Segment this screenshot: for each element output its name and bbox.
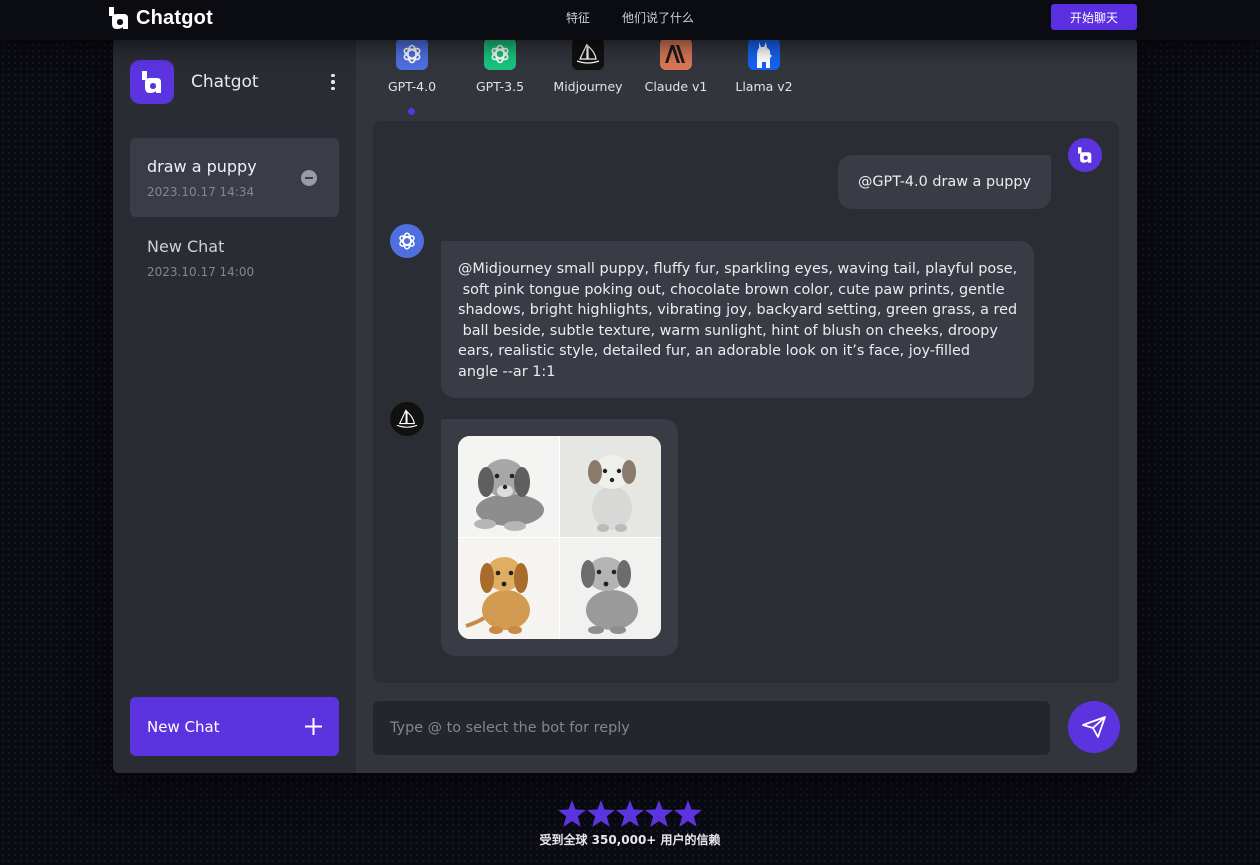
anthropic-icon xyxy=(660,38,692,70)
star-icon xyxy=(674,800,702,827)
user-message-text: @GPT-4.0 draw a puppy xyxy=(858,173,1031,190)
bot-label: GPT-3.5 xyxy=(475,79,525,94)
star-icon xyxy=(645,800,673,827)
bot-tab-gpt4[interactable]: GPT-4.0 xyxy=(372,38,452,115)
nav-link-features[interactable]: 特征 xyxy=(566,9,590,26)
conversation-panel: @GPT-4.0 draw a puppy @Midjourney small … xyxy=(373,121,1119,683)
response-line: angle --ar 1:1 xyxy=(458,363,556,380)
puppy-sketch-gray-lying[interactable] xyxy=(458,436,559,537)
chat-list-item[interactable]: New Chat 2023.10.17 14:00 xyxy=(130,218,339,297)
plus-icon xyxy=(305,718,322,735)
openai-icon xyxy=(484,38,516,70)
openai-icon xyxy=(396,38,428,70)
brand-name: Chatgot xyxy=(136,6,213,29)
send-button[interactable] xyxy=(1068,701,1120,753)
bot-tab-llama[interactable]: Llama v2 xyxy=(724,38,804,94)
user-message: @GPT-4.0 draw a puppy xyxy=(838,155,1051,209)
puppy-golden-sitting[interactable] xyxy=(458,538,559,639)
bot-label: GPT-4.0 xyxy=(387,79,437,94)
new-chat-button[interactable]: New Chat xyxy=(130,697,339,756)
more-options-icon[interactable] xyxy=(326,70,340,94)
response-line: ball beside, subtle texture, warm sunlig… xyxy=(458,322,998,339)
chat-main: GPT-4.0 GPT-3.5 Midjourney Claude v1 Lla… xyxy=(356,38,1137,773)
puppy-sketch-sitting[interactable] xyxy=(560,436,661,537)
chat-date: 2023.10.17 14:00 xyxy=(147,265,255,279)
nav-links: 特征 他们说了什么 xyxy=(566,9,694,26)
new-chat-label: New Chat xyxy=(147,717,220,736)
remove-chat-icon[interactable] xyxy=(301,170,317,186)
nav-link-testimonials[interactable]: 他们说了什么 xyxy=(622,9,694,26)
chat-list-item-active[interactable]: draw a puppy 2023.10.17 14:34 xyxy=(130,138,339,217)
message-input[interactable] xyxy=(373,701,1050,755)
generated-image-grid[interactable] xyxy=(458,436,661,639)
midjourney-response xyxy=(441,419,678,656)
brand[interactable]: Chatgot xyxy=(109,6,213,30)
midjourney-avatar xyxy=(390,402,424,436)
bot-label: Llama v2 xyxy=(735,79,793,94)
llama-icon xyxy=(748,38,780,70)
gpt4-avatar xyxy=(390,224,424,258)
user-avatar xyxy=(1068,138,1102,172)
chat-title: draw a puppy xyxy=(147,157,257,176)
gpt4-response: @Midjourney small puppy, fluffy fur, spa… xyxy=(441,241,1034,398)
send-icon xyxy=(1082,716,1106,738)
midjourney-sailboat-icon xyxy=(572,38,604,70)
rating-section: 受到全球 350,000+ 用户的信赖 xyxy=(0,800,1260,848)
bot-tab-claude[interactable]: Claude v1 xyxy=(636,38,716,94)
sidebar-title: Chatgot xyxy=(191,72,259,92)
sidebar: Chatgot draw a puppy 2023.10.17 14:34 Ne… xyxy=(113,38,356,773)
bot-label: Midjourney xyxy=(553,79,623,94)
star-icon xyxy=(558,800,586,827)
trust-text: 受到全球 350,000+ 用户的信赖 xyxy=(539,833,721,847)
chat-date: 2023.10.17 14:34 xyxy=(147,185,255,199)
bot-tab-midjourney[interactable]: Midjourney xyxy=(548,38,628,94)
puppy-gray-sitting[interactable] xyxy=(560,538,661,639)
chat-title: New Chat xyxy=(147,237,225,256)
top-nav: Chatgot 特征 他们说了什么 开始聊天 xyxy=(0,0,1260,40)
star-icon xyxy=(587,800,615,827)
chat-app-window: Chatgot draw a puppy 2023.10.17 14:34 Ne… xyxy=(113,38,1137,773)
star-rating xyxy=(0,800,1260,827)
bot-tab-gpt35[interactable]: GPT-3.5 xyxy=(460,38,540,94)
response-line: shadows, bright highlights, vibrating jo… xyxy=(458,302,1018,319)
selected-indicator xyxy=(408,108,415,115)
response-line: soft pink tongue poking out, chocolate b… xyxy=(458,281,1005,298)
start-chat-button[interactable]: 开始聊天 xyxy=(1051,4,1137,30)
bot-label: Claude v1 xyxy=(644,79,708,94)
response-line: ears, realistic style, detailed fur, an … xyxy=(458,343,971,360)
sidebar-header: Chatgot xyxy=(130,60,340,104)
response-line: @Midjourney small puppy, fluffy fur, spa… xyxy=(458,261,1018,277)
chatgot-logo-icon xyxy=(109,7,129,29)
chatgot-app-icon xyxy=(130,60,174,104)
star-icon xyxy=(616,800,644,827)
